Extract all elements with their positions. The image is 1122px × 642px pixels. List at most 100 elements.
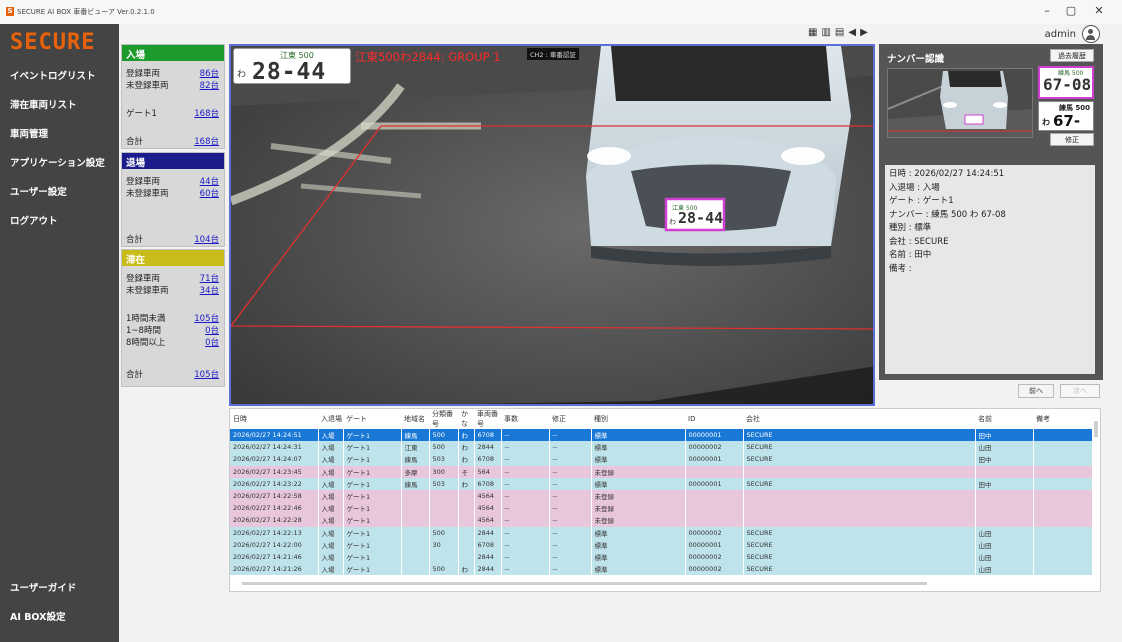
close-icon[interactable]: ✕ — [1090, 4, 1108, 17]
column-header[interactable]: 名前 — [975, 409, 1033, 429]
table-cell: 入場 — [318, 477, 344, 490]
table-cell: -- — [549, 502, 592, 515]
column-header[interactable]: 日時 — [230, 409, 318, 429]
table-cell — [975, 502, 1034, 515]
stay-total-count[interactable]: 105台 — [194, 368, 219, 380]
table-row[interactable]: 2026/02/27 14:21:26 入場 ゲート1 500 わ 2844 -- -- 標準 0… — [230, 563, 1093, 576]
nav-aibox-settings[interactable]: AI BOX設定 — [10, 609, 66, 623]
table-cell: 00000001 — [685, 453, 744, 466]
user-avatar-icon[interactable] — [1082, 25, 1100, 43]
table-row[interactable]: 2026/02/27 14:21:46 入場 ゲート1 2844 -- -- 標準 00000… — [230, 550, 1093, 564]
table-cell: SECURE — [743, 538, 976, 551]
table-cell: 2844 — [474, 563, 502, 576]
grid-4-icon[interactable]: ▥ — [821, 27, 830, 38]
table-cell — [1033, 563, 1093, 576]
history-button[interactable]: 過去履歴 — [1050, 49, 1094, 62]
prev-icon[interactable]: ◀ — [848, 27, 856, 38]
stay-1to8h-count[interactable]: 0台 — [205, 324, 219, 336]
table-cell — [429, 550, 459, 564]
table-cell — [1033, 514, 1093, 527]
table-row[interactable]: 2026/02/27 14:24:51 入場 ゲート1 練馬 500 わ 6708 -- -- 標… — [230, 429, 1093, 442]
username: admin — [1044, 28, 1076, 40]
entry-unregistered-count[interactable]: 82台 — [200, 79, 219, 91]
column-header[interactable]: 分類番号 — [429, 409, 458, 429]
column-header[interactable]: かな — [458, 409, 474, 429]
nav-staying-vehicles[interactable]: 滞在車両リスト — [10, 97, 77, 111]
table-cell: ゲート1 — [343, 429, 402, 442]
nav-vehicle-management[interactable]: 車両管理 — [10, 126, 48, 140]
next-page-button[interactable]: 次へ — [1060, 384, 1100, 398]
table-cell: 標準 — [591, 526, 686, 539]
table-row[interactable]: 2026/02/27 14:24:07 入場 ゲート1 練馬 503 わ 6708 -- -- 標… — [230, 453, 1093, 466]
window-title: SECURE AI BOX 車番ビューア Ver.0.2.1.0 — [17, 8, 155, 16]
nav-app-settings[interactable]: アプリケーション設定 — [10, 155, 105, 169]
table-row[interactable]: 2026/02/27 14:24:31 入場 ゲート1 江東 500 わ 2844 -- -- 標… — [230, 441, 1093, 454]
table-row[interactable]: 2026/02/27 14:23:45 入場 ゲート1 多摩 300 そ 564 -- -- 未登… — [230, 465, 1093, 478]
crop-number: 67-08 — [1043, 75, 1092, 94]
table-row[interactable]: 2026/02/27 14:22:46 入場 ゲート1 4564 -- -- 未登録 — [230, 502, 1093, 515]
entry-title: 入場 — [122, 45, 224, 61]
label: 未登録車両 — [126, 81, 169, 91]
column-header[interactable]: 備考 — [1033, 409, 1092, 429]
vertical-scrollbar[interactable] — [1094, 421, 1098, 437]
plate-kana: わ — [237, 70, 247, 80]
nav-user-guide[interactable]: ユーザーガイド — [10, 580, 76, 594]
maximize-icon[interactable]: ▢ — [1062, 4, 1080, 17]
column-header[interactable]: ゲート — [343, 409, 401, 429]
exit-total-count[interactable]: 104台 — [194, 233, 219, 245]
table-cell — [975, 489, 1034, 503]
camera-view[interactable]: 江東 500 わ 28-44 江東 500 わ 28-44 江東500わ2844… — [229, 44, 875, 406]
table-row[interactable]: 2026/02/27 14:23:22 入場 ゲート1 練馬 503 わ 6708 -- -- 標… — [230, 477, 1093, 490]
entry-gate1-count[interactable]: 168台 — [194, 107, 219, 119]
nav-logout[interactable]: ログアウト — [10, 213, 58, 227]
recognition-overlay-text: 江東500わ2844: GROUP 1 — [355, 50, 501, 64]
entry-total-count[interactable]: 168台 — [194, 135, 219, 147]
table-cell: SECURE — [743, 550, 976, 564]
exit-registered-count[interactable]: 44台 — [200, 175, 219, 187]
horizontal-scrollbar[interactable] — [242, 582, 927, 585]
user-menu[interactable]: admin — [1045, 25, 1100, 43]
minimize-icon[interactable]: – — [1038, 4, 1056, 17]
prev-page-button[interactable]: 前へ — [1018, 384, 1054, 398]
table-cell: 2026/02/27 14:21:46 — [230, 550, 319, 564]
table-row[interactable]: 2026/02/27 14:22:58 入場 ゲート1 4564 -- -- 未登録 — [230, 489, 1093, 503]
channel-tag: CH2 : 車番認証 — [527, 48, 579, 60]
nav-user-settings[interactable]: ユーザー設定 — [10, 184, 67, 198]
edit-button[interactable]: 修正 — [1050, 133, 1094, 146]
plate-number: 28-44 — [252, 59, 327, 85]
column-header[interactable]: ID — [685, 409, 743, 429]
vehicle-snapshot[interactable] — [887, 68, 1033, 138]
table-row[interactable]: 2026/02/27 14:22:00 入場 ゲート1 30 6708 -- -- 標準 000… — [230, 538, 1093, 551]
table-cell: 入場 — [318, 489, 344, 503]
nav-event-log[interactable]: イベントログリスト — [10, 68, 96, 82]
table-cell: 564 — [474, 465, 502, 478]
next-icon[interactable]: ▶ — [860, 27, 868, 38]
snapshot-image — [888, 69, 1032, 137]
detail-plate: ナンバー : 練馬 500 わ 67-08 — [889, 209, 1006, 220]
entry-registered-count[interactable]: 86台 — [200, 67, 219, 79]
stay-unregistered-count[interactable]: 34台 — [200, 284, 219, 296]
table-cell: ゲート1 — [343, 477, 402, 490]
column-header[interactable]: 車両番号 — [474, 409, 501, 429]
column-header[interactable]: 事数 — [501, 409, 549, 429]
column-header[interactable]: 修正 — [549, 409, 591, 429]
table-row[interactable]: 2026/02/27 14:22:28 入場 ゲート1 4564 -- -- 未登録 — [230, 514, 1093, 527]
table-row[interactable]: 2026/02/27 14:22:13 入場 ゲート1 500 2844 -- -- 標準 00… — [230, 526, 1093, 539]
stay-under1h-count[interactable]: 105台 — [194, 312, 219, 324]
table-cell — [1033, 477, 1093, 490]
column-header[interactable]: 会社 — [743, 409, 975, 429]
column-header[interactable]: 地域名 — [401, 409, 429, 429]
table-cell: 入場 — [318, 453, 344, 466]
table-cell: 山田 — [975, 550, 1034, 564]
stay-registered-count[interactable]: 71台 — [200, 272, 219, 284]
column-header[interactable]: 種別 — [591, 409, 685, 429]
grid-9-icon[interactable]: ▤ — [835, 27, 844, 38]
exit-unregistered-count[interactable]: 60台 — [200, 187, 219, 199]
table-cell — [458, 538, 475, 551]
table-cell — [685, 514, 744, 527]
table-cell: SECURE — [743, 477, 976, 490]
column-header[interactable]: 入退場 — [318, 409, 343, 429]
stay-over8h-count[interactable]: 0台 — [205, 336, 219, 348]
panel-title: ナンバー認識 — [887, 54, 945, 65]
grid-1-icon[interactable]: ▦ — [808, 27, 817, 38]
